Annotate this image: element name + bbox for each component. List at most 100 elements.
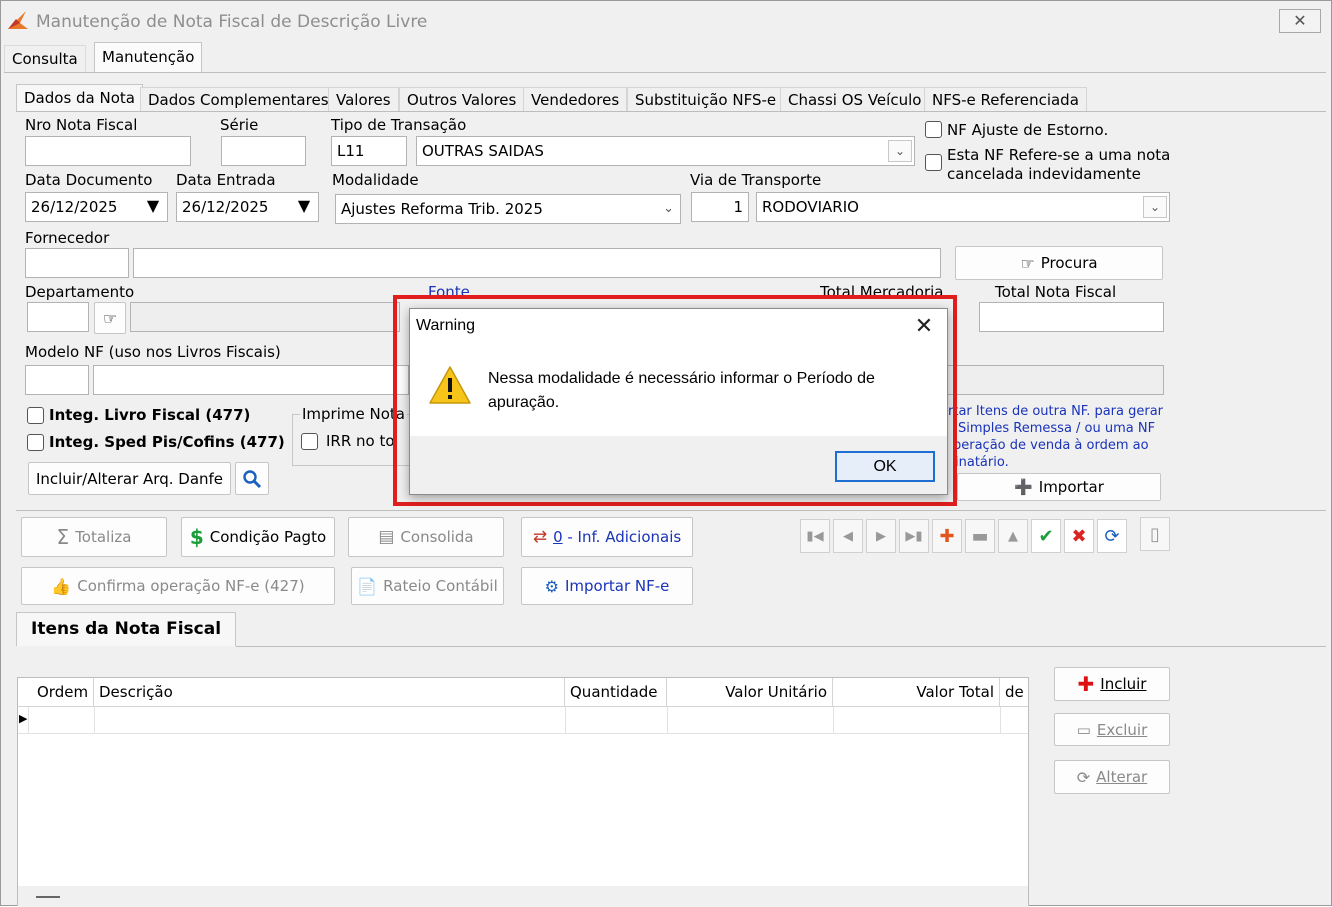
modelo-nf-code-input[interactable] — [25, 365, 89, 395]
via-transporte-label: Via de Transporte — [690, 171, 822, 189]
modalidade-label: Modalidade — [332, 171, 419, 189]
modalidade-select[interactable]: Ajustes Reforma Trib. 2025 ⌄ — [335, 194, 681, 224]
serie-input[interactable] — [221, 136, 306, 166]
pointing-hand-icon: ☞ — [1020, 253, 1035, 273]
warning-dialog: Warning ✕ Nessa modalidade é necessário … — [409, 308, 948, 495]
calendar-dropdown-icon[interactable]: ▼ — [141, 196, 165, 218]
departamento-search-button[interactable]: ☞ — [94, 302, 126, 334]
grid-indicator-header — [18, 678, 28, 706]
importar-nfe-label: Importar NF-e — [564, 577, 670, 595]
nf-refere-checkbox[interactable] — [925, 154, 942, 171]
tab-dados-da-nota[interactable]: Dados da Nota — [16, 84, 143, 112]
tab-valores[interactable]: Valores — [328, 87, 399, 111]
refresh-icon[interactable]: ⟳ — [1097, 519, 1127, 553]
cancel-x-icon[interactable]: ✖ — [1064, 519, 1094, 553]
search-button[interactable] — [235, 462, 269, 495]
condicao-pagto-label: Condição Pagto — [209, 528, 327, 546]
nf-refere-label-1: Esta NF Refere-se a uma nota — [947, 146, 1171, 164]
next-record-icon[interactable]: ▶ — [866, 519, 896, 553]
grid-cell-divider — [94, 707, 95, 734]
incluir-item-button[interactable]: ✚ Incluir — [1054, 667, 1170, 701]
procura-button[interactable]: ☞ Procura — [955, 246, 1163, 280]
post-checkmark-icon[interactable]: ✔ — [1031, 519, 1061, 553]
integ-livro-checkbox[interactable] — [27, 407, 44, 424]
column-header-descricao[interactable]: Descrição — [94, 678, 565, 706]
incluir-danfe-button[interactable]: Incluir/Alterar Arq. Danfe — [28, 462, 231, 495]
departamento-code-input[interactable] — [27, 302, 89, 332]
minus-icon: ▭ — [1076, 720, 1091, 739]
edit-record-icon[interactable]: ▲ — [998, 519, 1028, 553]
options-icon[interactable]: ▯ — [1140, 517, 1170, 551]
modalidade-value: Ajustes Reforma Trib. 2025 — [341, 200, 543, 218]
irr-checkbox[interactable] — [301, 433, 318, 450]
tab-chassi-os-veiculo[interactable]: Chassi OS Veículo — [780, 87, 930, 111]
window-close-button[interactable]: ✕ — [1279, 9, 1321, 33]
excluir-item-button[interactable]: ▭ Excluir — [1054, 713, 1170, 746]
inf-adicionais-button[interactable]: ⇄ 0 - Inf. Adicionais — [521, 517, 693, 557]
consolida-button[interactable]: ▤ Consolida — [348, 517, 504, 557]
calendar-dropdown-icon[interactable]: ▼ — [292, 196, 316, 218]
scrollbar-thumb[interactable] — [36, 896, 60, 898]
insert-record-icon[interactable]: ✚ — [932, 519, 962, 553]
tab-outros-valores[interactable]: Outros Valores — [399, 87, 525, 111]
last-record-icon[interactable]: ▶▮ — [899, 519, 929, 553]
tipo-transacao-select[interactable]: OUTRAS SAIDAS ⌄ — [416, 136, 915, 166]
via-transporte-code-input[interactable]: 1 — [691, 192, 749, 222]
serie-label: Série — [220, 116, 259, 134]
column-header-quantidade[interactable]: Quantidade — [565, 678, 667, 706]
data-entrada-label: Data Entrada — [176, 171, 276, 189]
first-record-icon[interactable]: ▮◀ — [800, 519, 830, 553]
modelo-nf-select[interactable] — [93, 365, 409, 395]
tab-dados-complementares[interactable]: Dados Complementares — [140, 87, 337, 111]
dialog-message: Nessa modalidade é necessário informar o… — [488, 370, 875, 411]
dialog-close-icon[interactable]: ✕ — [910, 313, 938, 341]
integ-sped-checkbox[interactable] — [27, 434, 44, 451]
nro-nota-input[interactable] — [25, 136, 191, 166]
tab-manutencao[interactable]: Manutenção — [94, 42, 203, 72]
rateio-contabil-button[interactable]: 📄 Rateio Contábil — [351, 567, 504, 605]
chevron-down-icon[interactable]: ⌄ — [888, 140, 912, 162]
alterar-item-button[interactable]: ⟳ Alterar — [1054, 760, 1170, 794]
items-grid[interactable]: Ordem Descrição Quantidade Valor Unitári… — [17, 677, 1029, 907]
column-header-ordem[interactable]: Ordem — [32, 678, 94, 706]
importar-nfe-button[interactable]: ⚙ Importar NF-e — [521, 567, 693, 605]
alterar-label: Alterar — [1096, 768, 1148, 786]
grid-cell-divider — [1000, 707, 1001, 734]
modelo-nf-label: Modelo NF (uso nos Livros Fiscais) — [25, 343, 281, 361]
column-header-valor-unitario[interactable]: Valor Unitário — [667, 678, 833, 706]
data-entrada-input[interactable]: 26/12/2025 ▼ — [176, 192, 319, 222]
tab-divider — [4, 72, 1326, 73]
table-row[interactable]: ▶ — [18, 707, 1028, 734]
tab-substituicao-nfse[interactable]: Substituição NFS-e — [627, 87, 785, 111]
importar-button[interactable]: ➕ Importar — [957, 473, 1161, 501]
condicao-pagto-button[interactable]: $ Condição Pagto — [181, 517, 335, 557]
fornecedor-name-input[interactable] — [133, 248, 941, 278]
excluir-label: Excluir — [1096, 720, 1148, 739]
chevron-down-icon[interactable]: ⌄ — [1143, 196, 1167, 218]
integ-sped-label: Integ. Sped Pis/Cofins (477) — [49, 433, 285, 451]
consolidate-icon: ▤ — [378, 527, 395, 547]
column-header-valor-total[interactable]: Valor Total — [833, 678, 1000, 706]
delete-record-icon[interactable]: ▬ — [965, 519, 995, 553]
horizontal-scrollbar[interactable] — [18, 886, 1028, 907]
tipo-transacao-code-input[interactable]: L11 — [331, 136, 407, 166]
importar-label: Importar — [1038, 478, 1104, 496]
data-documento-input[interactable]: 26/12/2025 ▼ — [25, 192, 168, 222]
tab-consulta[interactable]: Consulta — [4, 45, 86, 72]
nf-ajuste-checkbox[interactable] — [925, 121, 942, 138]
tab-nfse-referenciada[interactable]: NFS-e Referenciada — [924, 87, 1087, 111]
chevron-down-icon[interactable]: ⌄ — [663, 195, 674, 223]
app-logo-icon — [8, 11, 28, 29]
via-transporte-select[interactable]: RODOVIARIO ⌄ — [756, 192, 1170, 222]
grid-cell-divider — [667, 707, 668, 734]
import-document-icon: ➕ — [1014, 478, 1033, 496]
fornecedor-code-input[interactable] — [25, 248, 129, 278]
ok-button[interactable]: OK — [835, 451, 935, 482]
column-header-de[interactable]: de — [1000, 678, 1028, 706]
previous-record-icon[interactable]: ◀ — [833, 519, 863, 553]
importar-info-line-2: Simples Remessa / ou uma NF — [958, 421, 1156, 436]
items-section-tab[interactable]: Itens da Nota Fiscal — [16, 612, 237, 646]
confirma-nfe-button[interactable]: 👍 Confirma operação NF-e (427) — [21, 567, 335, 605]
totaliza-button[interactable]: Σ Totaliza — [21, 517, 167, 557]
tab-vendedores[interactable]: Vendedores — [523, 87, 628, 111]
